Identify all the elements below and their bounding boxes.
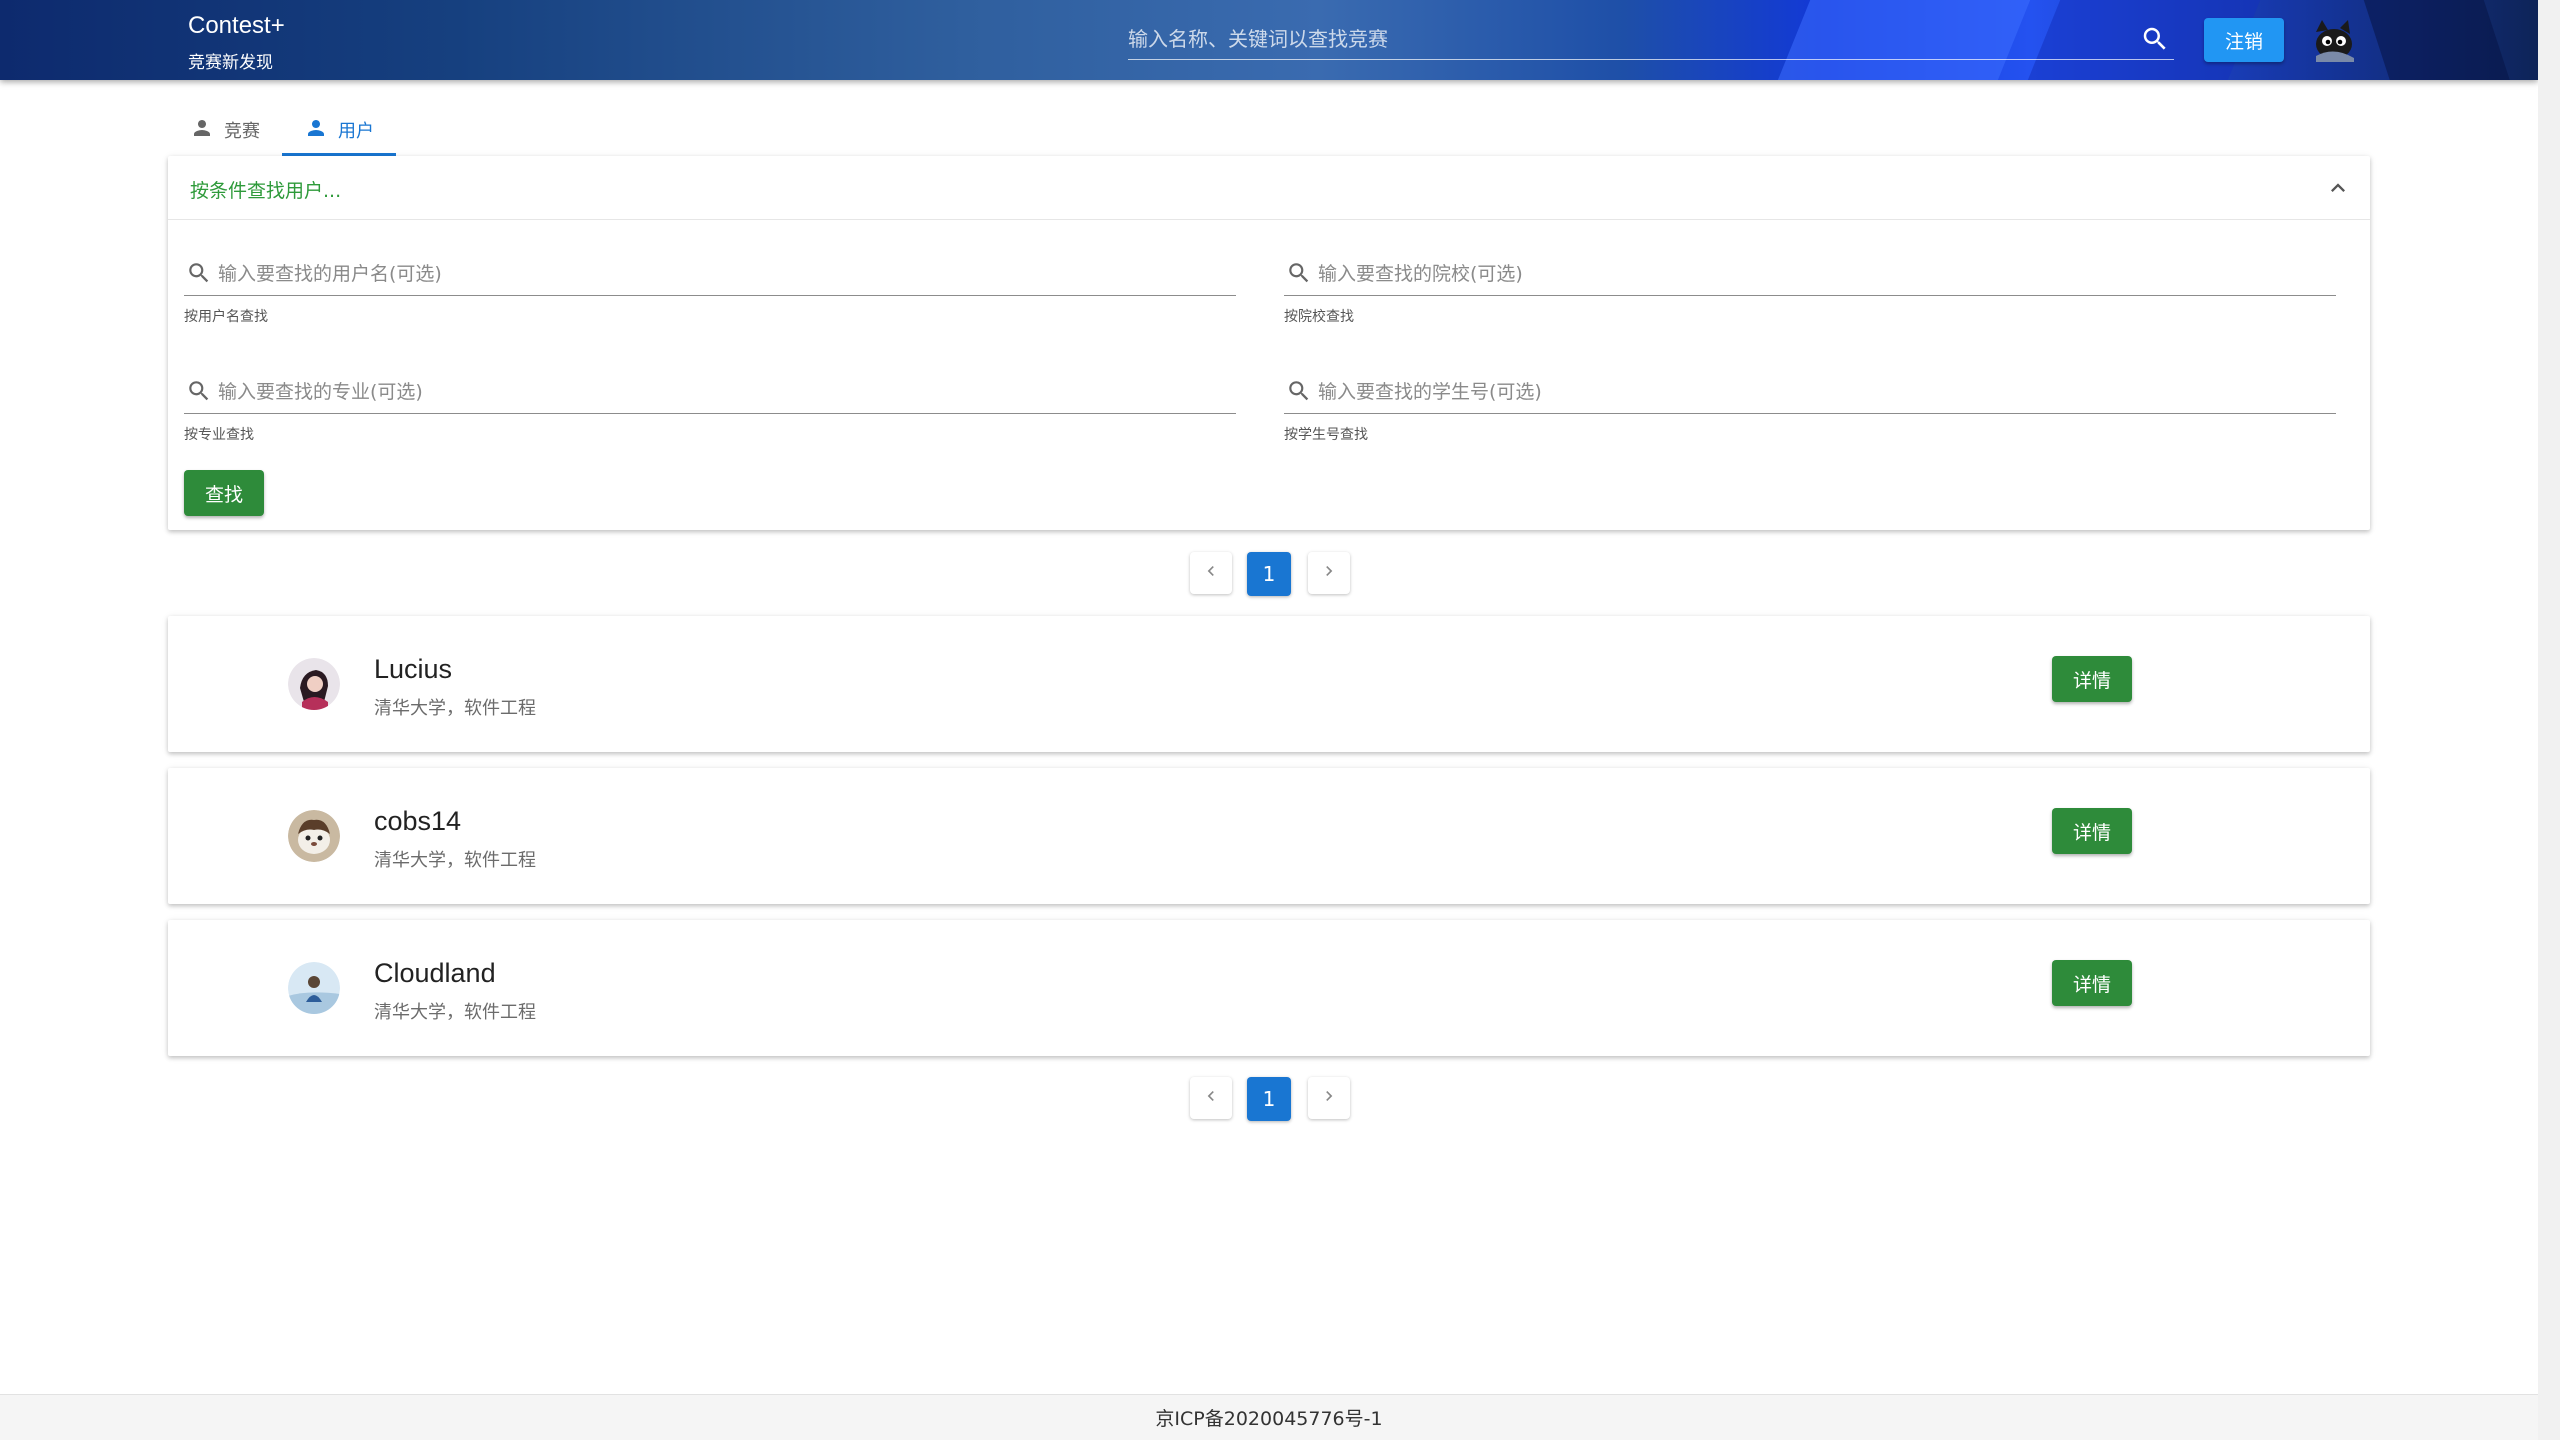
pagination-bottom: 1 xyxy=(1188,1077,1352,1121)
avatar xyxy=(288,658,340,710)
find-button[interactable]: 查找 xyxy=(184,470,264,516)
student-id-hint: 按学生号查找 xyxy=(1284,427,1368,443)
user-card: cobs14 清华大学，软件工程 详情 xyxy=(168,768,2370,904)
user-info: 清华大学，软件工程 xyxy=(374,1002,536,1023)
username-input[interactable] xyxy=(218,256,1218,292)
user-name: cobs14 xyxy=(374,806,462,836)
school-hint: 按院校查找 xyxy=(1284,309,1354,325)
chevron-right-icon xyxy=(1319,1086,1339,1110)
person-icon xyxy=(304,116,328,145)
tab-label: 竞赛 xyxy=(224,121,260,142)
brand-title[interactable]: Contest+ xyxy=(188,12,285,40)
pagination-top: 1 xyxy=(1188,552,1352,596)
user-info: 清华大学，软件工程 xyxy=(374,698,536,719)
top-search-bar xyxy=(1128,20,2174,60)
user-name: Cloudland xyxy=(374,958,496,988)
filter-panel-title: 按条件查找用户... xyxy=(190,180,342,202)
contest-search-input[interactable] xyxy=(1128,20,2108,58)
school-input[interactable] xyxy=(1318,256,2318,292)
major-hint: 按专业查找 xyxy=(184,427,254,443)
next-page-button[interactable] xyxy=(1308,552,1350,594)
search-icon xyxy=(1286,378,1312,404)
detail-button[interactable]: 详情 xyxy=(2052,960,2132,1006)
logout-button[interactable]: 注销 xyxy=(2204,18,2284,62)
user-name: Lucius xyxy=(374,654,453,684)
username-hint: 按用户名查找 xyxy=(184,309,268,325)
scrollbar[interactable] xyxy=(2538,0,2560,1440)
current-page-button[interactable]: 1 xyxy=(1247,552,1291,596)
icp-license-text[interactable]: 京ICP备2020045776号-1 xyxy=(1155,1404,1382,1431)
search-icon[interactable] xyxy=(2140,24,2170,54)
chevron-up-icon[interactable] xyxy=(2324,174,2352,202)
tab-bar: 竞赛 用户 xyxy=(168,104,396,156)
avatar xyxy=(288,962,340,1014)
search-icon xyxy=(186,260,212,286)
user-info: 清华大学，软件工程 xyxy=(374,850,536,871)
tab-users[interactable]: 用户 xyxy=(282,104,396,156)
person-icon xyxy=(190,116,214,145)
search-icon xyxy=(1286,260,1312,286)
next-page-button[interactable] xyxy=(1308,1077,1350,1119)
prev-page-button[interactable] xyxy=(1190,1077,1232,1119)
student-id-input[interactable] xyxy=(1318,374,2318,410)
user-filter-panel: 按条件查找用户... 按用户名查找 按院校查找 xyxy=(168,156,2370,530)
filter-panel-header[interactable]: 按条件查找用户... xyxy=(168,156,2370,220)
user-card: Cloudland 清华大学，软件工程 详情 xyxy=(168,920,2370,1056)
current-page-button[interactable]: 1 xyxy=(1247,1077,1291,1121)
chevron-left-icon xyxy=(1201,1086,1221,1110)
chevron-left-icon xyxy=(1201,561,1221,585)
brand-subtitle: 竞赛新发现 xyxy=(188,53,273,73)
detail-button[interactable]: 详情 xyxy=(2052,808,2132,854)
user-card: Lucius 清华大学，软件工程 详情 xyxy=(168,616,2370,752)
major-input[interactable] xyxy=(218,374,1218,410)
page: Contest+ 竞赛新发现 注销 xyxy=(0,0,2538,1440)
user-avatar[interactable] xyxy=(2310,16,2358,64)
prev-page-button[interactable] xyxy=(1190,552,1232,594)
footer: 京ICP备2020045776号-1 xyxy=(0,1394,2538,1440)
search-icon xyxy=(186,378,212,404)
tab-contests[interactable]: 竞赛 xyxy=(168,104,282,156)
detail-button[interactable]: 详情 xyxy=(2052,656,2132,702)
chevron-right-icon xyxy=(1319,561,1339,585)
tab-label: 用户 xyxy=(338,121,374,142)
avatar xyxy=(288,810,340,862)
app-bar: Contest+ 竞赛新发现 注销 xyxy=(0,0,2538,80)
